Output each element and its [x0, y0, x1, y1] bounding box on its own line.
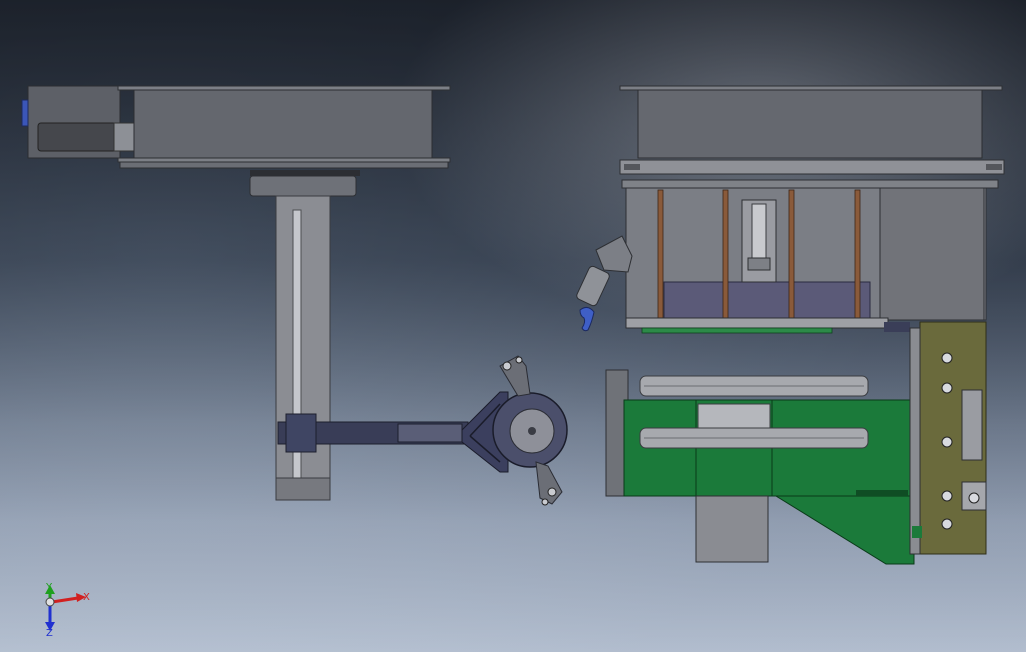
- top-plate-upper: [117, 85, 451, 91]
- copper-rod-2: [722, 189, 729, 323]
- olive-bolt-4: [941, 490, 953, 502]
- x-axis-label: X: [83, 592, 90, 603]
- cad-viewport[interactable]: X Y Z: [0, 0, 1026, 652]
- olive-plate-cylinder: [961, 389, 983, 461]
- right-top-box: [637, 89, 983, 159]
- right-rail: [621, 179, 999, 189]
- right-top-base-slot-right: [986, 164, 1002, 170]
- dark-block: [884, 322, 910, 332]
- olive-plate-rail: [909, 327, 921, 555]
- z-axis-label: Z: [46, 628, 53, 639]
- copper-rod-4: [854, 189, 861, 323]
- frame-base-bar: [625, 317, 889, 329]
- olive-bolt-3: [941, 436, 953, 448]
- flange: [249, 175, 357, 197]
- copper-rod-1: [657, 189, 664, 323]
- y-axis-label: Y: [45, 582, 53, 593]
- olive-bolt-1: [941, 352, 953, 364]
- gripper-finger-top: [499, 355, 531, 397]
- arm-extension: [397, 423, 463, 443]
- right-top-base-slot-left: [624, 164, 640, 170]
- column-base: [275, 477, 331, 501]
- triad-origin: [45, 597, 55, 607]
- right-top-base: [619, 159, 1005, 175]
- motor-end-cap-blue: [21, 99, 29, 127]
- right-top-plate: [619, 85, 1003, 91]
- green-strip: [641, 327, 833, 334]
- olive-bolt-6: [968, 492, 980, 504]
- green-wedge: [774, 495, 915, 565]
- right-assembly[interactable]: [575, 85, 1005, 565]
- finger-bottom-hole-1: [547, 487, 557, 497]
- gripper-finger-bottom: [535, 461, 563, 505]
- finger-top-hole-1: [502, 361, 512, 371]
- green-wedge-slot: [856, 490, 908, 496]
- blue-clamp: [579, 306, 595, 332]
- olive-bolt-2: [941, 382, 953, 394]
- x-axis-arrow: [51, 596, 79, 604]
- motor-cylinder-cap: [113, 122, 137, 152]
- left-assembly[interactable]: [21, 85, 568, 506]
- flange-ring: [250, 170, 360, 176]
- top-plate-lower-2: [119, 161, 449, 169]
- top-box: [133, 89, 433, 159]
- gray-foot: [695, 495, 769, 563]
- top-plate-lower: [117, 157, 451, 163]
- vertical-column: [275, 195, 331, 501]
- rotary-disc-hub: [528, 427, 536, 435]
- finger-bottom-hole-2: [541, 498, 549, 506]
- purple-plate: [663, 281, 871, 323]
- arm-carriage: [285, 413, 317, 453]
- center-cylinder-rod: [751, 203, 767, 265]
- finger-top-hole-2: [515, 356, 523, 364]
- axis-triad: X Y Z: [45, 582, 90, 639]
- copper-rod-3: [788, 189, 795, 323]
- olive-bolt-5: [941, 518, 953, 530]
- center-cylinder-tip: [747, 257, 771, 271]
- right-frame-side: [879, 187, 985, 321]
- assembly-drawing[interactable]: X Y Z: [0, 0, 1026, 652]
- side-actuator-cylinder: [576, 265, 610, 307]
- olive-small-block: [912, 526, 922, 538]
